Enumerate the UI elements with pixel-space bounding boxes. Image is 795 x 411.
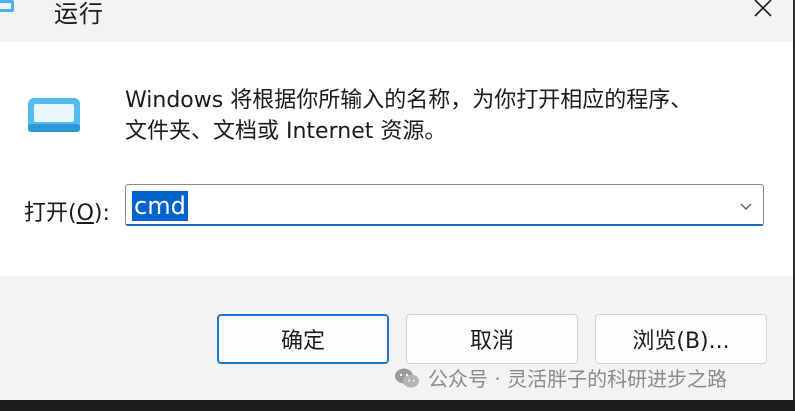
wechat-icon — [395, 368, 419, 387]
close-icon — [754, 0, 772, 17]
description-text: Windows 将根据你所输入的名称，为你打开相应的程序、 文件夹、文档或 In… — [125, 85, 765, 147]
open-label-accesskey: O — [76, 201, 94, 226]
window-title: 运行 — [54, 0, 104, 28]
open-input[interactable]: cmd — [132, 191, 188, 221]
description-line-1: Windows 将根据你所输入的名称，为你打开相应的程序、 — [125, 88, 693, 113]
title-bar[interactable]: 运行 — [0, 0, 793, 42]
open-label: 打开(O): — [24, 195, 110, 227]
run-app-icon — [0, 0, 14, 12]
taskbar-edge — [0, 400, 795, 411]
browse-button[interactable]: 浏览(B)... — [595, 314, 767, 364]
dialog-body: Windows 将根据你所输入的名称，为你打开相应的程序、 文件夹、文档或 In… — [0, 42, 793, 276]
button-bar: 确定 取消 浏览(B)... 公众号 · 灵活胖子的科研进步之路 — [0, 276, 793, 400]
close-button[interactable] — [739, 0, 787, 30]
open-combobox[interactable]: cmd — [125, 184, 764, 226]
run-icon — [28, 98, 80, 132]
run-dialog: 运行 Windows 将根据你所输入的名称，为你打开相应的程序、 文件夹、文档或… — [0, 0, 795, 400]
chevron-down-icon[interactable] — [737, 197, 755, 215]
open-label-suffix: ): — [93, 201, 110, 226]
description-line-2: 文件夹、文档或 Internet 资源。 — [125, 119, 447, 144]
watermark-text: 公众号 · 灵活胖子的科研进步之路 — [428, 367, 728, 391]
open-label-prefix: 打开( — [24, 201, 77, 226]
ok-button[interactable]: 确定 — [217, 314, 389, 364]
watermark: 公众号 · 灵活胖子的科研进步之路 — [394, 363, 727, 392]
cancel-button[interactable]: 取消 — [406, 314, 578, 364]
